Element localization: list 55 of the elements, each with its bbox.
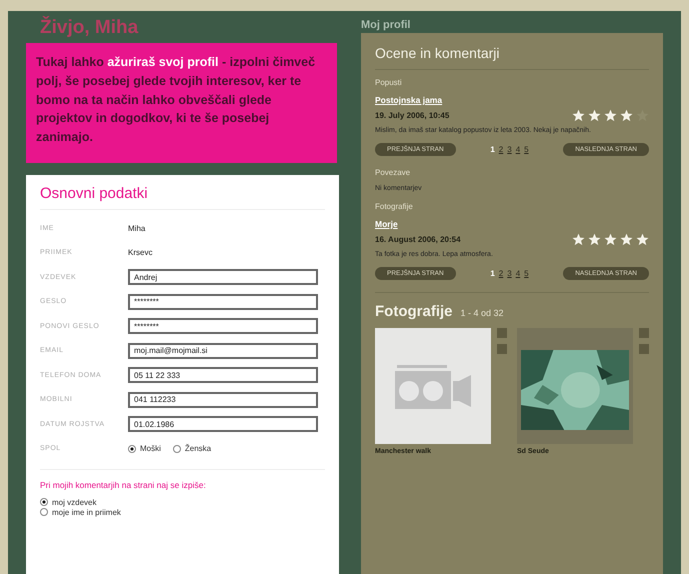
- comment-date: 19. July 2006, 10:45: [375, 111, 450, 120]
- intro-text: Tukaj lahko ažuriraš svoj profil - izpolni čimveč polj, še posebej glede tvojih interesov, ker te bomo na ta način lahko obveščali glede projektov in dogodkov, ki te še posebej zanimajo.: [26, 43, 337, 163]
- page-link[interactable]: 2: [498, 269, 504, 278]
- section-title: Osnovni podatki: [40, 184, 325, 210]
- section-heading: Povezave: [375, 168, 412, 178]
- star-filled-icon: [620, 233, 633, 246]
- page-link[interactable]: 4: [516, 269, 520, 278]
- photos-title: Fotografije: [375, 303, 452, 320]
- item-link[interactable]: Morje: [375, 219, 649, 230]
- star-filled-icon: [604, 109, 617, 122]
- field-value: Miha: [128, 224, 146, 232]
- input-field[interactable]: 05 11 22 333: [128, 367, 318, 383]
- section-heading: Popusti: [375, 78, 403, 87]
- panel-header: Moj profil: [361, 18, 412, 33]
- page-title: Živjo, Miha: [39, 15, 140, 40]
- input-field[interactable]: Andrej: [128, 269, 318, 285]
- star-filled-icon: [572, 233, 585, 246]
- page-link[interactable]: 3: [507, 269, 512, 278]
- radio-button[interactable]: [40, 508, 48, 516]
- radio-button[interactable]: [128, 444, 136, 452]
- action-icon[interactable]: [639, 328, 649, 338]
- item-link[interactable]: Postojnska jama: [375, 95, 649, 105]
- radio-label: Ženska: [184, 444, 212, 453]
- page-link[interactable]: 2: [498, 145, 504, 154]
- field-value: Krsevc: [128, 248, 152, 257]
- page-link[interactable]: 1: [490, 145, 495, 154]
- section-heading: Fotografije: [375, 202, 414, 212]
- star-filled-icon: [588, 109, 601, 122]
- star-filled-icon: [572, 109, 585, 122]
- photos-count: 1 - 4 od 32: [460, 308, 504, 318]
- star-filled-icon: [604, 233, 617, 246]
- input-field[interactable]: moj.mail@mojmail.si: [128, 342, 318, 358]
- star-filled-icon: [588, 233, 601, 246]
- radio-label: Moški: [140, 444, 161, 453]
- action-icon[interactable]: [639, 344, 649, 354]
- comment-date: 16. August 2006, 20:54: [375, 235, 461, 244]
- input-field[interactable]: ********: [128, 294, 318, 310]
- page-link[interactable]: 4: [516, 145, 520, 154]
- input-field[interactable]: ********: [128, 318, 318, 334]
- star-filled-icon: [620, 109, 633, 122]
- star-filled-icon: [636, 233, 649, 246]
- page-link[interactable]: 5: [524, 269, 529, 278]
- radio-button[interactable]: [172, 444, 181, 452]
- radio-button[interactable]: [40, 498, 48, 506]
- display-prompt: Pri mojih komentarjih na strani naj se izpiše:: [40, 480, 207, 490]
- radio-label: moje ime in priimek: [52, 508, 121, 517]
- radio-label: moj vzdevek: [52, 498, 96, 507]
- action-icon[interactable]: [497, 328, 507, 338]
- panel-title: Ocene in komentarji: [375, 45, 649, 70]
- input-field[interactable]: 041 112233: [128, 392, 318, 408]
- input-field[interactable]: 01.02.1986: [128, 416, 318, 432]
- page-link[interactable]: 5: [524, 145, 529, 154]
- page-link[interactable]: 3: [507, 145, 512, 154]
- action-icon[interactable]: [497, 344, 507, 354]
- page-link[interactable]: 1: [490, 269, 495, 278]
